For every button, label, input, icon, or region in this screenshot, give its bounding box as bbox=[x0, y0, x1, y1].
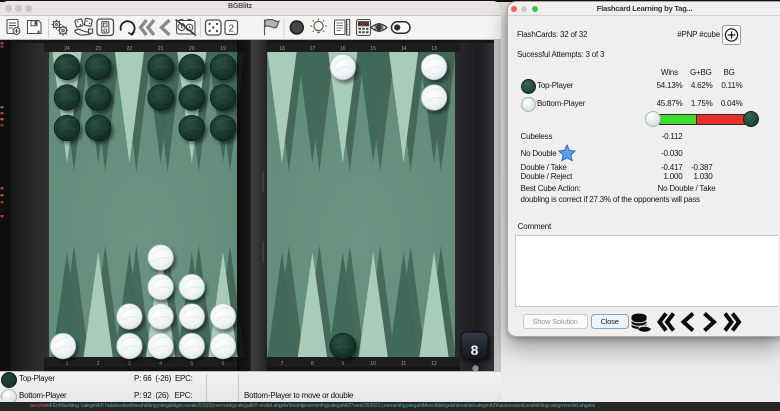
svg-text:12: 12 bbox=[431, 361, 437, 367]
svg-text:20: 20 bbox=[189, 46, 195, 52]
svg-text:10: 10 bbox=[370, 361, 376, 367]
svg-text:16: 16 bbox=[340, 46, 346, 52]
svg-text:4: 4 bbox=[159, 361, 162, 367]
svg-text:15: 15 bbox=[370, 46, 376, 52]
svg-text:7: 7 bbox=[281, 361, 284, 367]
svg-text:11: 11 bbox=[401, 361, 406, 367]
svg-text:21: 21 bbox=[158, 46, 164, 52]
svg-text:17: 17 bbox=[310, 46, 316, 52]
svg-text:14: 14 bbox=[401, 46, 407, 52]
svg-text:13: 13 bbox=[431, 46, 437, 52]
svg-text:2: 2 bbox=[229, 24, 235, 35]
svg-text:22: 22 bbox=[127, 46, 133, 52]
svg-text:19: 19 bbox=[220, 46, 226, 52]
svg-text:5: 5 bbox=[190, 361, 193, 367]
svg-text:24: 24 bbox=[64, 46, 70, 52]
svg-text:3: 3 bbox=[128, 361, 131, 367]
svg-text:8: 8 bbox=[311, 361, 314, 367]
svg-text:23: 23 bbox=[95, 46, 101, 52]
svg-text:187: 187 bbox=[360, 22, 368, 27]
svg-text:2: 2 bbox=[97, 361, 100, 367]
svg-text:1: 1 bbox=[66, 361, 69, 367]
svg-text:8: 8 bbox=[471, 342, 479, 358]
svg-text:18: 18 bbox=[279, 46, 285, 52]
svg-text:9: 9 bbox=[341, 361, 344, 367]
svg-text:6: 6 bbox=[222, 361, 225, 367]
